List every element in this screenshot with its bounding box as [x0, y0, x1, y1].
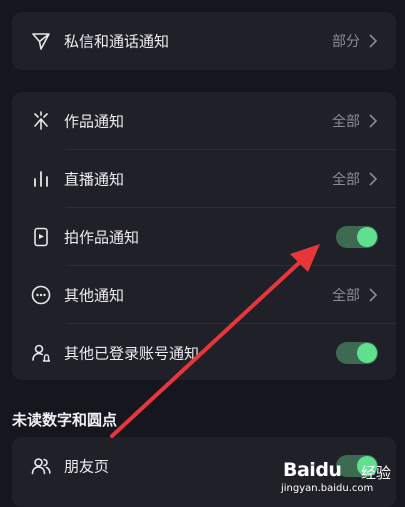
annotation-arrow — [110, 244, 320, 438]
watermark-url: jingyan.baidu.com — [281, 483, 374, 494]
baidu-jingyan-watermark: Baidu 经验 jingyan.baidu.com — [279, 457, 399, 499]
watermark-brand: Baidu — [283, 459, 342, 481]
watermark-cn: 经验 — [361, 464, 392, 482]
